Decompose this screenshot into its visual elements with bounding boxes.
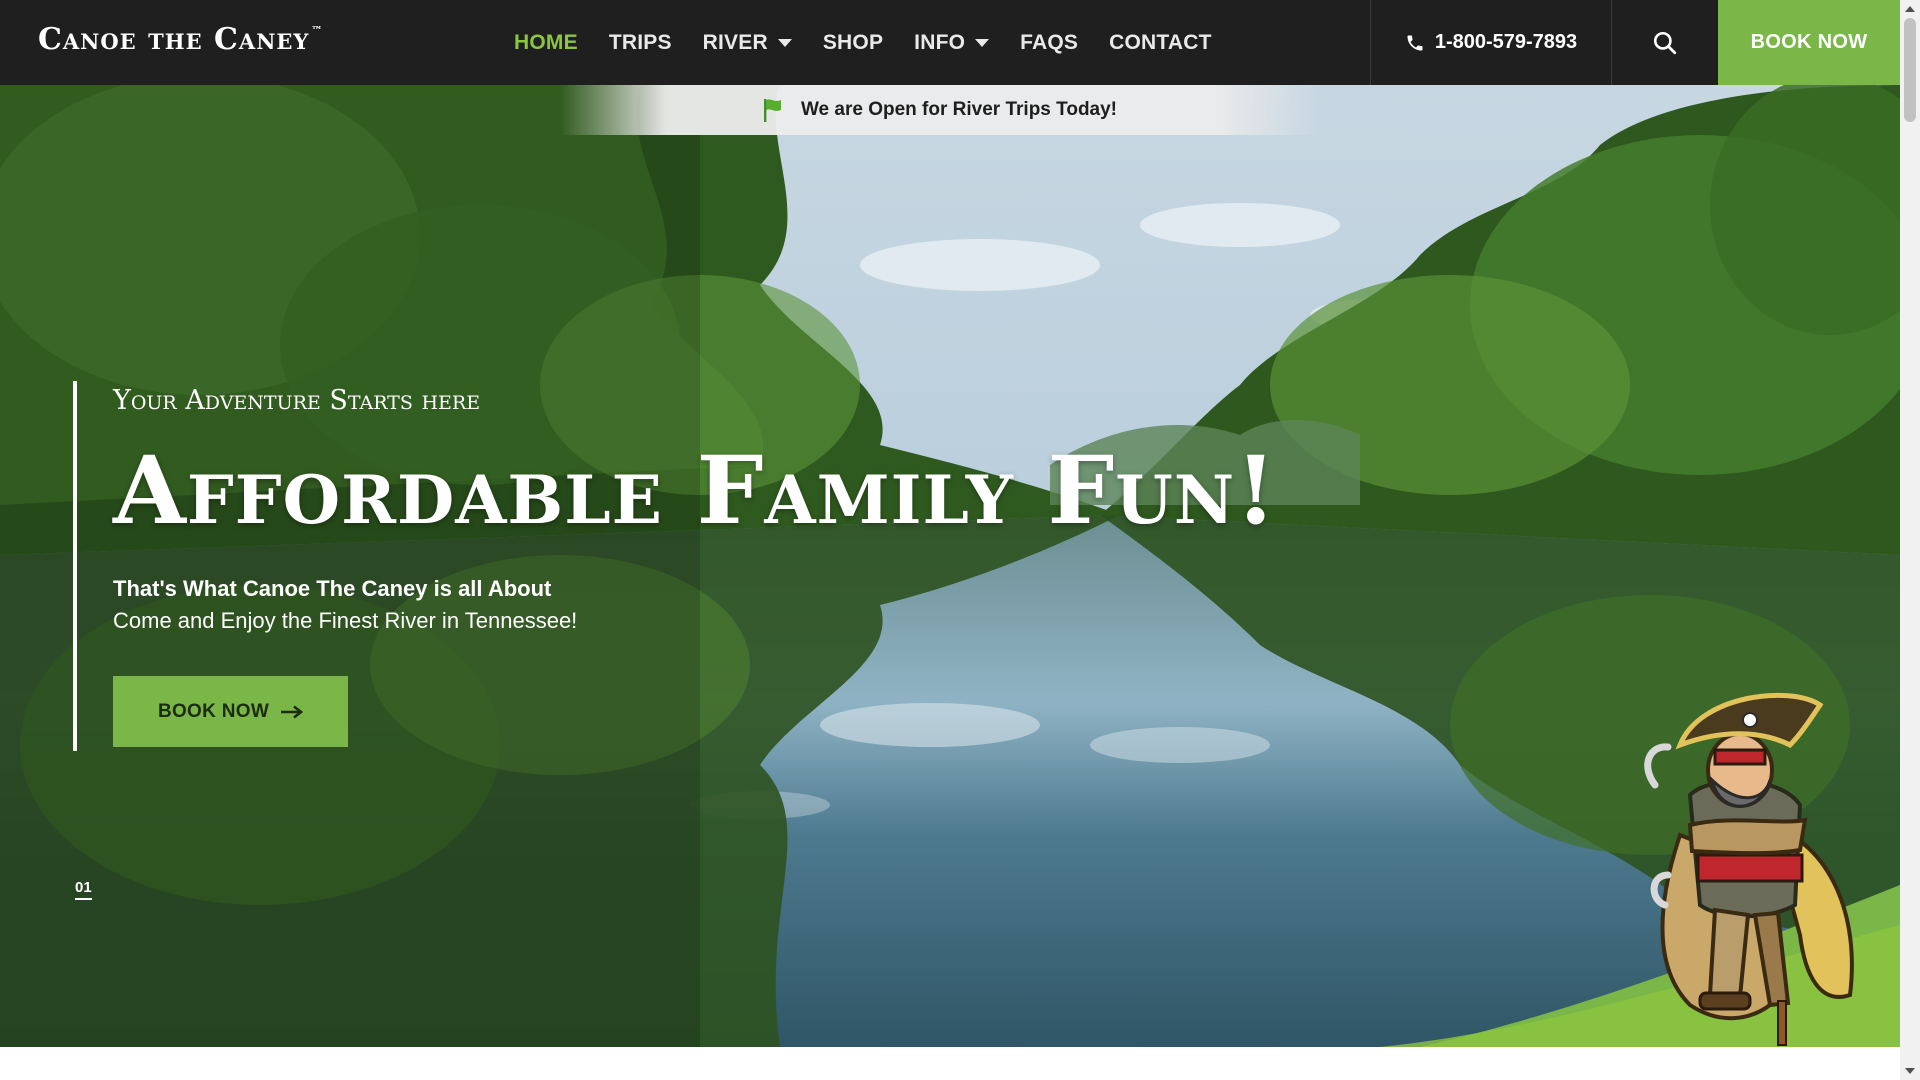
open-status-text: We are Open for River Trips Today! (800, 99, 1118, 120)
nav-info-label: INFO (914, 30, 966, 54)
open-status-banner: We are Open for River Trips Today! (560, 85, 1320, 135)
page-scrollbar[interactable] (1900, 0, 1920, 1080)
nav-contact[interactable]: CONTACT (1109, 31, 1212, 55)
search-button[interactable] (1611, 0, 1718, 85)
phone-link[interactable]: 1-800-579-7893 (1370, 0, 1611, 85)
book-now-hero-label: BOOK NOW (157, 700, 270, 722)
nav-faqs-label: FAQS (1020, 30, 1079, 54)
hero-text-block: Your Adventure Starts here Affordable Fa… (73, 381, 1277, 751)
search-icon (1653, 31, 1677, 54)
logo-text: Canoe the Caney (38, 22, 310, 57)
trademark-mark: ™ (311, 24, 324, 37)
nav-shop[interactable]: SHOP (823, 31, 883, 55)
nav-trips[interactable]: TRIPS (609, 31, 672, 55)
nav-home-label: HOME (514, 30, 578, 54)
scroll-up-arrow-icon[interactable] (1905, 6, 1915, 12)
flag-icon (763, 99, 781, 122)
scroll-down-arrow-icon[interactable] (1905, 1068, 1915, 1074)
hero-slider: We are Open for River Trips Today! Your … (0, 85, 1900, 1047)
hero-subtitle-bold: That's What Canoe The Caney is all About (113, 576, 552, 601)
chevron-down-icon (777, 38, 792, 47)
hero-headline: Affordable Family Fun! (113, 436, 1278, 546)
nav-trips-label: TRIPS (608, 30, 672, 54)
nav-river[interactable]: RIVER (703, 31, 792, 55)
pirate-mascot-image (1644, 692, 1854, 1046)
nav-river-label: RIVER (702, 30, 768, 54)
book-now-hero-button[interactable]: BOOK NOW (113, 676, 348, 747)
nav-faqs[interactable]: FAQS (1020, 31, 1078, 55)
top-navigation: Canoe the Caney ™ HOME TRIPS RIVER SHOP I… (0, 0, 1900, 85)
scrollbar-thumb[interactable] (1904, 18, 1916, 122)
main-menu: HOME TRIPS RIVER SHOP INFO FAQS CONTACT (514, 0, 1243, 85)
nav-shop-label: SHOP (822, 30, 884, 54)
nav-home[interactable]: HOME (514, 31, 578, 55)
nav-contact-label: CONTACT (1109, 30, 1212, 54)
site-logo[interactable]: Canoe the Caney ™ (38, 22, 323, 57)
phone-icon (1407, 35, 1423, 50)
hero-subtitle: Come and Enjoy the Finest River in Tenne… (113, 608, 578, 633)
chevron-down-icon (975, 38, 990, 47)
phone-number: 1-800-579-7893 (1434, 31, 1578, 53)
book-now-header-label: BOOK NOW (1750, 31, 1868, 53)
slide-pagination[interactable]: 01 (75, 879, 92, 900)
arrow-right-icon (281, 704, 304, 719)
book-now-header-button[interactable]: BOOK NOW (1718, 0, 1900, 85)
hero-eyebrow: Your Adventure Starts here (113, 385, 481, 416)
nav-info[interactable]: INFO (914, 30, 990, 55)
